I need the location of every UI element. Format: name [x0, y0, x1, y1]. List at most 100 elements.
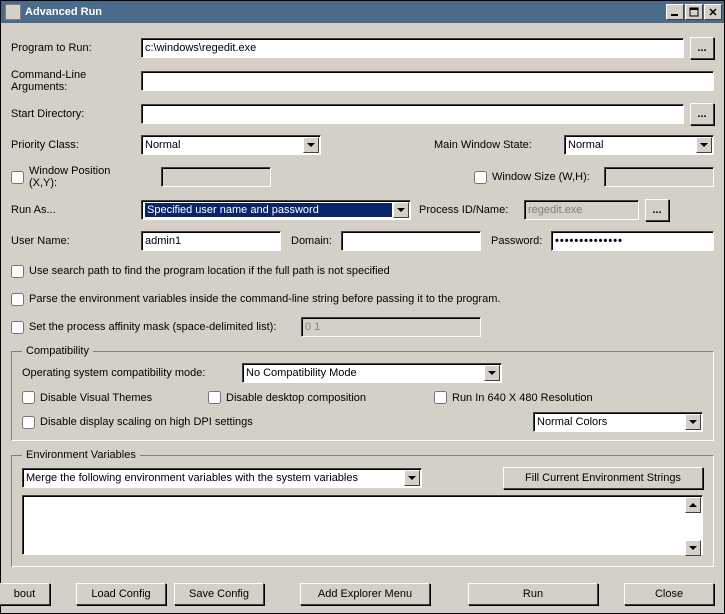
colors-select[interactable]: Normal Colors: [533, 412, 703, 432]
maximize-button[interactable]: [685, 4, 703, 20]
about-button[interactable]: bout: [0, 583, 50, 605]
startdir-browse-button[interactable]: ...: [690, 103, 714, 125]
scroll-down-icon[interactable]: [685, 540, 701, 556]
close-button[interactable]: [704, 4, 722, 20]
label-startdir: Start Directory:: [11, 108, 141, 120]
domain-input[interactable]: [341, 231, 481, 251]
program-browse-button[interactable]: ...: [690, 37, 714, 59]
row-winpos: Window Position (X,Y): Window Size (W,H)…: [11, 165, 714, 189]
label-mainwinstate: Main Window State:: [434, 139, 564, 151]
row-credentials: User Name: Domain: Password:: [11, 231, 714, 251]
chevron-down-icon: [303, 137, 319, 153]
disable-dwm-check[interactable]: [208, 391, 221, 404]
env-text-wrap: [22, 495, 703, 558]
fill-env-button[interactable]: Fill Current Environment Strings: [503, 467, 703, 489]
label-procid: Process ID/Name:: [419, 204, 524, 216]
minimize-button[interactable]: [666, 4, 684, 20]
row-startdir: Start Directory: ...: [11, 103, 714, 125]
runas-select[interactable]: Specified user name and password: [141, 200, 411, 220]
row-affinity: Set the process affinity mask (space-del…: [11, 317, 714, 337]
parseenv-checkbox[interactable]: Parse the environment variables inside t…: [11, 293, 500, 306]
chevron-down-icon: [484, 365, 500, 381]
envvars-group: Environment Variables Merge the followin…: [11, 449, 714, 567]
row-envmode: Merge the following environment variable…: [22, 467, 703, 489]
priority-select[interactable]: Normal: [141, 135, 321, 155]
row-cmdline: Command-Line Arguments:: [11, 69, 714, 93]
run640-checkbox[interactable]: Run In 640 X 480 Resolution: [434, 391, 593, 404]
winpos-checkbox[interactable]: Window Position (X,Y):: [11, 165, 141, 189]
label-password: Password:: [491, 235, 551, 247]
row-oscompat: Operating system compatibility mode: No …: [22, 363, 703, 383]
footer: bout Load Config Save Config Add Explore…: [1, 579, 724, 613]
chevron-down-icon: [696, 137, 712, 153]
mainwinstate-value: Normal: [568, 139, 695, 151]
label-program: Program to Run:: [11, 42, 141, 54]
mainwinstate-select[interactable]: Normal: [564, 135, 714, 155]
load-config-button[interactable]: Load Config: [76, 583, 166, 605]
run-button[interactable]: Run: [468, 583, 598, 605]
envvars-textarea[interactable]: [22, 495, 703, 555]
row-searchpath: Use search path to find the program loca…: [11, 261, 714, 281]
envvars-legend: Environment Variables: [22, 449, 140, 461]
password-input[interactable]: [551, 231, 714, 251]
affinity-check[interactable]: [11, 321, 24, 334]
username-input[interactable]: [141, 231, 281, 251]
label-disable-dpi: Disable display scaling on high DPI sett…: [40, 416, 253, 428]
run640-check[interactable]: [434, 391, 447, 404]
priority-value: Normal: [145, 139, 302, 151]
disable-themes-check[interactable]: [22, 391, 35, 404]
scroll-up-icon[interactable]: [685, 497, 701, 513]
chevron-down-icon: [685, 414, 701, 430]
parseenv-check[interactable]: [11, 293, 24, 306]
label-runas: Run As...: [11, 204, 141, 216]
envmode-select[interactable]: Merge the following environment variable…: [22, 468, 422, 488]
save-config-button[interactable]: Save Config: [174, 583, 264, 605]
label-run640: Run In 640 X 480 Resolution: [452, 392, 593, 404]
runas-value: Specified user name and password: [145, 203, 392, 217]
oscompat-select[interactable]: No Compatibility Mode: [242, 363, 502, 383]
winsize-checkbox[interactable]: Window Size (W,H):: [474, 171, 604, 184]
program-input[interactable]: [141, 38, 684, 58]
label-winpos: Window Position (X,Y):: [29, 165, 141, 189]
label-parseenv: Parse the environment variables inside t…: [29, 293, 500, 305]
chevron-down-icon: [393, 202, 409, 218]
cmdline-input[interactable]: [141, 71, 714, 91]
window-title: Advanced Run: [25, 6, 666, 18]
winpos-input[interactable]: [161, 167, 271, 187]
chevron-down-icon: [404, 470, 420, 486]
winpos-check[interactable]: [11, 171, 24, 184]
titlebar: Advanced Run: [1, 1, 724, 23]
label-disable-dwm: Disable desktop composition: [226, 392, 366, 404]
procid-input[interactable]: [524, 200, 639, 220]
window: Advanced Run Program to Run: ... Command…: [0, 0, 725, 614]
affinity-input[interactable]: [301, 317, 481, 337]
row-priority: Priority Class: Normal Main Window State…: [11, 135, 714, 155]
compat-row1: Disable Visual Themes Disable desktop co…: [22, 391, 703, 404]
app-icon: [5, 4, 21, 20]
winsize-input[interactable]: [604, 167, 714, 187]
label-domain: Domain:: [291, 235, 341, 247]
label-disable-themes: Disable Visual Themes: [40, 392, 152, 404]
startdir-input[interactable]: [141, 104, 684, 124]
oscompat-value: No Compatibility Mode: [246, 367, 483, 379]
disable-themes-checkbox[interactable]: Disable Visual Themes: [22, 391, 182, 404]
procid-browse-button[interactable]: ...: [645, 199, 669, 221]
label-username: User Name:: [11, 235, 141, 247]
label-winsize: Window Size (W,H):: [492, 171, 590, 183]
row-program: Program to Run: ...: [11, 37, 714, 59]
searchpath-check[interactable]: [11, 265, 24, 278]
close-footer-button[interactable]: Close: [624, 583, 714, 605]
add-explorer-menu-button[interactable]: Add Explorer Menu: [300, 583, 430, 605]
disable-dpi-check[interactable]: [22, 416, 35, 429]
label-oscompat: Operating system compatibility mode:: [22, 367, 242, 379]
content-area: Program to Run: ... Command-Line Argumen…: [1, 23, 724, 579]
disable-dpi-checkbox[interactable]: Disable display scaling on high DPI sett…: [22, 416, 342, 429]
disable-dwm-checkbox[interactable]: Disable desktop composition: [208, 391, 408, 404]
searchpath-checkbox[interactable]: Use search path to find the program loca…: [11, 265, 390, 278]
winsize-check[interactable]: [474, 171, 487, 184]
affinity-checkbox[interactable]: Set the process affinity mask (space-del…: [11, 321, 301, 334]
row-runas: Run As... Specified user name and passwo…: [11, 199, 714, 221]
label-searchpath: Use search path to find the program loca…: [29, 265, 390, 277]
envmode-value: Merge the following environment variable…: [26, 472, 403, 484]
label-affinity: Set the process affinity mask (space-del…: [29, 321, 276, 333]
